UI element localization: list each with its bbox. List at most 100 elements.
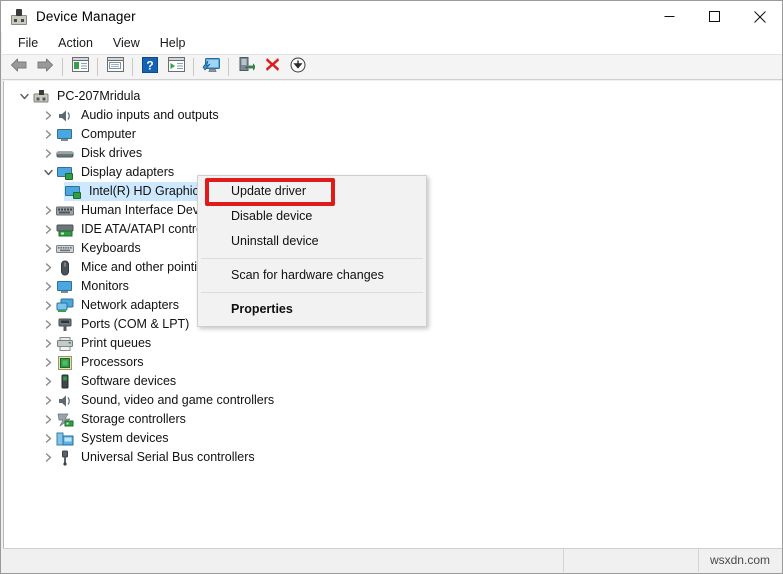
red-x-icon bbox=[265, 57, 280, 77]
chevron-right-icon[interactable] bbox=[40, 429, 56, 448]
back-button[interactable] bbox=[6, 55, 32, 79]
chevron-right-icon[interactable] bbox=[40, 410, 56, 429]
chevron-right-icon[interactable] bbox=[40, 106, 56, 125]
monitor-icon bbox=[56, 279, 74, 295]
tree-node-sound-video-and-game-controllers[interactable]: Sound, video and game controllers bbox=[4, 391, 782, 410]
title-bar: Device Manager bbox=[1, 1, 782, 32]
tree-node-processors[interactable]: Processors bbox=[4, 353, 782, 372]
toolbar-separator bbox=[62, 58, 63, 76]
chevron-down-icon[interactable] bbox=[16, 87, 32, 106]
chevron-right-icon[interactable] bbox=[40, 334, 56, 353]
tree-node-label: Print queues bbox=[81, 334, 151, 353]
device-manager-window: Device Manager File Action View Help bbox=[0, 0, 783, 574]
update-driver-button[interactable] bbox=[233, 55, 259, 79]
context-menu: Update driver Disable device Uninstall d… bbox=[197, 175, 427, 327]
tree-node-label: Monitors bbox=[81, 277, 129, 296]
show-hide-action-pane-button[interactable] bbox=[163, 55, 189, 79]
down-arrow-circle-icon bbox=[290, 57, 306, 78]
chevron-right-icon[interactable] bbox=[40, 372, 56, 391]
tree-node-audio-inputs-and-outputs[interactable]: Audio inputs and outputs bbox=[4, 106, 782, 125]
tree-node-label: Storage controllers bbox=[81, 410, 186, 429]
show-hide-console-tree-button[interactable] bbox=[67, 55, 93, 79]
watermark-label: wsxdn.com bbox=[699, 549, 782, 572]
action-pane-icon bbox=[168, 57, 185, 77]
display-adapter-icon bbox=[64, 184, 82, 200]
menu-file[interactable]: File bbox=[8, 34, 48, 52]
tree-node-universal-serial-bus-controllers[interactable]: Universal Serial Bus controllers bbox=[4, 448, 782, 467]
tree-node-label: Keyboards bbox=[81, 239, 141, 258]
context-menu-item-disable-device[interactable]: Disable device bbox=[198, 204, 426, 229]
tree-node-label: Ports (COM & LPT) bbox=[81, 315, 189, 334]
status-bar-main-cell bbox=[3, 549, 564, 572]
tree-node-label: Disk drives bbox=[81, 144, 142, 163]
tree-node-label: Universal Serial Bus controllers bbox=[81, 448, 255, 467]
maximize-button[interactable] bbox=[692, 1, 737, 32]
status-bar: wsxdn.com bbox=[3, 548, 782, 571]
context-menu-item-update-driver[interactable]: Update driver bbox=[198, 179, 426, 204]
tree-node-computer[interactable]: Computer bbox=[4, 125, 782, 144]
keyboard-icon bbox=[56, 241, 74, 257]
display-adapter-icon bbox=[56, 165, 74, 181]
chevron-right-icon[interactable] bbox=[40, 144, 56, 163]
uninstall-device-button[interactable] bbox=[259, 55, 285, 79]
tree-node-label: Computer bbox=[81, 125, 136, 144]
chevron-right-icon[interactable] bbox=[40, 201, 56, 220]
chevron-right-icon[interactable] bbox=[40, 315, 56, 334]
tree-node-disk-drives[interactable]: Disk drives bbox=[4, 144, 782, 163]
hid-icon bbox=[56, 203, 74, 219]
disk-drive-icon bbox=[56, 146, 74, 162]
context-menu-item-properties[interactable]: Properties bbox=[198, 297, 426, 322]
context-menu-item-uninstall-device[interactable]: Uninstall device bbox=[198, 229, 426, 254]
printer-icon bbox=[56, 336, 74, 352]
scan-for-hardware-changes-button[interactable] bbox=[198, 55, 224, 79]
console-tree-icon bbox=[72, 57, 89, 77]
disable-device-button[interactable] bbox=[285, 55, 311, 79]
menu-action[interactable]: Action bbox=[48, 34, 103, 52]
menu-view[interactable]: View bbox=[103, 34, 150, 52]
system-device-icon bbox=[56, 431, 74, 447]
toolbar-separator bbox=[228, 58, 229, 76]
chevron-right-icon[interactable] bbox=[40, 353, 56, 372]
window-controls bbox=[647, 1, 782, 32]
help-button[interactable]: ? bbox=[137, 55, 163, 79]
minimize-button[interactable] bbox=[647, 1, 692, 32]
tree-node-software-devices[interactable]: Software devices bbox=[4, 372, 782, 391]
status-bar-mid-cell bbox=[564, 549, 699, 572]
window-title: Device Manager bbox=[36, 9, 136, 24]
storage-controller-icon bbox=[56, 412, 74, 428]
processor-icon bbox=[56, 355, 74, 371]
tree-node-system-devices[interactable]: System devices bbox=[4, 429, 782, 448]
forward-button[interactable] bbox=[32, 55, 58, 79]
computer-node-icon bbox=[32, 89, 50, 105]
toolbar-separator bbox=[97, 58, 98, 76]
monitor-icon bbox=[56, 127, 74, 143]
tree-node-label: System devices bbox=[81, 429, 169, 448]
tree-node-storage-controllers[interactable]: Storage controllers bbox=[4, 410, 782, 429]
tree-node-label: Processors bbox=[81, 353, 144, 372]
help-question-icon: ? bbox=[142, 57, 158, 78]
toolbar-separator bbox=[132, 58, 133, 76]
properties-button[interactable] bbox=[102, 55, 128, 79]
scan-monitor-icon bbox=[202, 57, 221, 78]
chevron-right-icon[interactable] bbox=[40, 391, 56, 410]
chevron-down-icon[interactable] bbox=[40, 163, 56, 182]
tree-node-print-queues[interactable]: Print queues bbox=[4, 334, 782, 353]
chevron-right-icon[interactable] bbox=[40, 296, 56, 315]
chevron-right-icon[interactable] bbox=[40, 258, 56, 277]
tree-node-label: Sound, video and game controllers bbox=[81, 391, 274, 410]
tree-node-label: PC-207Mridula bbox=[57, 87, 140, 106]
chevron-right-icon[interactable] bbox=[40, 448, 56, 467]
chevron-right-icon[interactable] bbox=[40, 277, 56, 296]
context-menu-item-scan-for-hardware-changes[interactable]: Scan for hardware changes bbox=[198, 263, 426, 288]
menu-help[interactable]: Help bbox=[150, 34, 196, 52]
chevron-right-icon[interactable] bbox=[40, 125, 56, 144]
chevron-right-icon[interactable] bbox=[40, 239, 56, 258]
close-button[interactable] bbox=[737, 1, 782, 32]
tree-node-root[interactable]: PC-207Mridula bbox=[4, 87, 782, 106]
speaker-icon bbox=[56, 108, 74, 124]
network-adapter-icon bbox=[56, 298, 74, 314]
device-manager-icon bbox=[10, 8, 28, 26]
tree-node-label: Intel(R) HD Graphics bbox=[89, 182, 205, 201]
left-arrow-icon bbox=[10, 58, 28, 77]
chevron-right-icon[interactable] bbox=[40, 220, 56, 239]
